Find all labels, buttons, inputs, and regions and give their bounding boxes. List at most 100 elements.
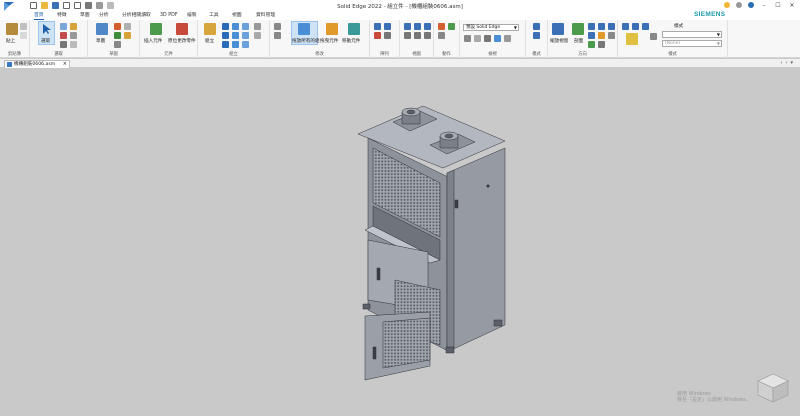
drag-component-button[interactable]: 拖曳元件 bbox=[320, 38, 338, 44]
tab-features[interactable]: 特徵 bbox=[57, 12, 67, 20]
wire-icon[interactable] bbox=[474, 35, 481, 42]
shadow-icon[interactable] bbox=[504, 35, 511, 42]
connect-icon[interactable] bbox=[232, 32, 239, 39]
pattern-part-icon[interactable] bbox=[384, 32, 391, 39]
zone-icon[interactable] bbox=[70, 41, 77, 48]
path-icon[interactable] bbox=[254, 32, 261, 39]
zoom-window-icon[interactable] bbox=[552, 23, 564, 35]
tab-analysis-read[interactable]: 分析相關讀取 bbox=[122, 12, 151, 20]
flash-fit-icon[interactable] bbox=[274, 32, 281, 39]
insert-icon[interactable] bbox=[232, 23, 239, 30]
align-icon[interactable] bbox=[222, 32, 229, 39]
select-arrow-icon[interactable] bbox=[41, 23, 53, 35]
sketch-icon[interactable] bbox=[96, 23, 108, 35]
cut-icon[interactable] bbox=[20, 23, 27, 30]
iso-view-icon[interactable] bbox=[622, 23, 629, 30]
view-orient-icon[interactable] bbox=[608, 32, 615, 39]
fit-icon[interactable] bbox=[588, 41, 595, 48]
move-component-button[interactable]: 移動元件 bbox=[342, 38, 360, 44]
rotate-view-icon[interactable] bbox=[598, 32, 605, 39]
move-component-icon[interactable] bbox=[348, 23, 360, 35]
cam-icon[interactable] bbox=[242, 32, 249, 39]
select-button[interactable]: 選取 bbox=[41, 38, 50, 44]
help-icon[interactable] bbox=[748, 2, 754, 8]
tab-home[interactable]: 首頁 bbox=[34, 12, 44, 20]
mate-icon[interactable] bbox=[222, 23, 229, 30]
mirror-icon[interactable] bbox=[374, 32, 381, 39]
hide-icon[interactable] bbox=[533, 32, 540, 39]
tab-data-management[interactable]: 資料管理 bbox=[256, 12, 275, 20]
motion-icon[interactable] bbox=[438, 23, 445, 30]
explode-icon[interactable] bbox=[404, 23, 411, 30]
arc-icon[interactable] bbox=[114, 41, 121, 48]
filter-icon[interactable] bbox=[60, 41, 67, 48]
view-style-icon[interactable] bbox=[626, 33, 638, 45]
assemble-button[interactable]: 組立 bbox=[205, 38, 214, 44]
cabinet-model[interactable] bbox=[0, 69, 800, 414]
axial-icon[interactable] bbox=[222, 41, 229, 48]
dimension-icon[interactable] bbox=[124, 32, 131, 39]
sketch-view-icon[interactable] bbox=[533, 23, 540, 30]
top-view-icon[interactable] bbox=[632, 23, 639, 30]
gear-relation-icon[interactable] bbox=[242, 41, 249, 48]
3d-viewport[interactable] bbox=[0, 69, 800, 414]
insert-part-button[interactable]: 插入元件 bbox=[144, 38, 162, 44]
edges-icon[interactable] bbox=[484, 35, 491, 42]
settings-gear-icon[interactable] bbox=[736, 2, 742, 8]
tab-tools[interactable]: 工具 bbox=[209, 12, 219, 20]
query-icon[interactable] bbox=[70, 32, 77, 39]
pan-icon[interactable] bbox=[598, 23, 605, 30]
zoom-window-button[interactable]: 縮放視窗 bbox=[550, 38, 568, 44]
render-style-combo[interactable]: 預設 Solid Edge ▼ bbox=[463, 24, 519, 31]
drag-all-icon[interactable] bbox=[298, 23, 310, 35]
tab-3d-pdf[interactable]: 3D PDF bbox=[160, 12, 178, 20]
insert-part-icon[interactable] bbox=[150, 23, 162, 35]
render-icon[interactable] bbox=[414, 23, 421, 30]
tab-view[interactable]: 視圖 bbox=[232, 12, 242, 20]
view-3-icon[interactable] bbox=[424, 32, 431, 39]
close-icon[interactable]: ✕ bbox=[788, 2, 796, 9]
view-2-icon[interactable] bbox=[414, 32, 421, 39]
style-combo-bottom[interactable]: (None) ▼ bbox=[662, 40, 722, 47]
drag-component-icon[interactable] bbox=[326, 23, 338, 35]
named-view-icon[interactable] bbox=[650, 33, 657, 40]
maximize-icon[interactable]: ☐ bbox=[774, 2, 782, 9]
smiley-icon[interactable] bbox=[724, 2, 730, 8]
pattern-icon[interactable] bbox=[374, 23, 381, 30]
circle-icon[interactable] bbox=[114, 32, 121, 39]
replace-part-button[interactable]: 原位更改零件 bbox=[168, 38, 196, 44]
simulate-icon[interactable] bbox=[438, 32, 445, 39]
close-tab-icon[interactable]: × bbox=[63, 61, 67, 68]
ground-icon[interactable] bbox=[254, 23, 261, 30]
spin-icon[interactable] bbox=[608, 23, 615, 30]
select-tool-icon[interactable] bbox=[60, 23, 67, 30]
reflect-icon[interactable] bbox=[494, 35, 501, 42]
tab-draw[interactable]: 繪製 bbox=[187, 12, 197, 20]
view-cube-icon[interactable] bbox=[756, 372, 790, 404]
minimize-icon[interactable]: – bbox=[760, 2, 768, 9]
zoom-in-icon[interactable] bbox=[588, 23, 595, 30]
drag-all-button[interactable]: 拖放所有的組 bbox=[292, 38, 320, 44]
section-icon[interactable] bbox=[572, 23, 584, 35]
duplicate-icon[interactable] bbox=[384, 23, 391, 30]
paste-icon[interactable] bbox=[6, 23, 18, 35]
pick-icon[interactable] bbox=[70, 23, 77, 30]
zoom-out-icon[interactable] bbox=[588, 32, 595, 39]
animate-icon[interactable] bbox=[424, 23, 431, 30]
view-1-icon[interactable] bbox=[404, 32, 411, 39]
assemble-icon[interactable] bbox=[204, 23, 216, 35]
copy-icon[interactable] bbox=[20, 32, 27, 39]
section-button[interactable]: 剖面 bbox=[574, 38, 583, 44]
tab-sketch[interactable]: 草圖 bbox=[80, 12, 90, 20]
motor-icon[interactable] bbox=[448, 23, 455, 30]
look-at-icon[interactable] bbox=[598, 41, 605, 48]
tangent-icon[interactable] bbox=[242, 23, 249, 30]
sketch-button[interactable]: 草圖 bbox=[96, 38, 105, 44]
replace-part-icon[interactable] bbox=[176, 23, 188, 35]
rectangle-icon[interactable] bbox=[124, 23, 131, 30]
deselect-icon[interactable] bbox=[60, 32, 67, 39]
tab-analysis[interactable]: 分析 bbox=[99, 12, 109, 20]
capture-fit-icon[interactable] bbox=[274, 23, 281, 30]
shaded-icon[interactable] bbox=[464, 35, 471, 42]
tab-nav-arrows[interactable]: ‹›▾ bbox=[780, 60, 796, 66]
